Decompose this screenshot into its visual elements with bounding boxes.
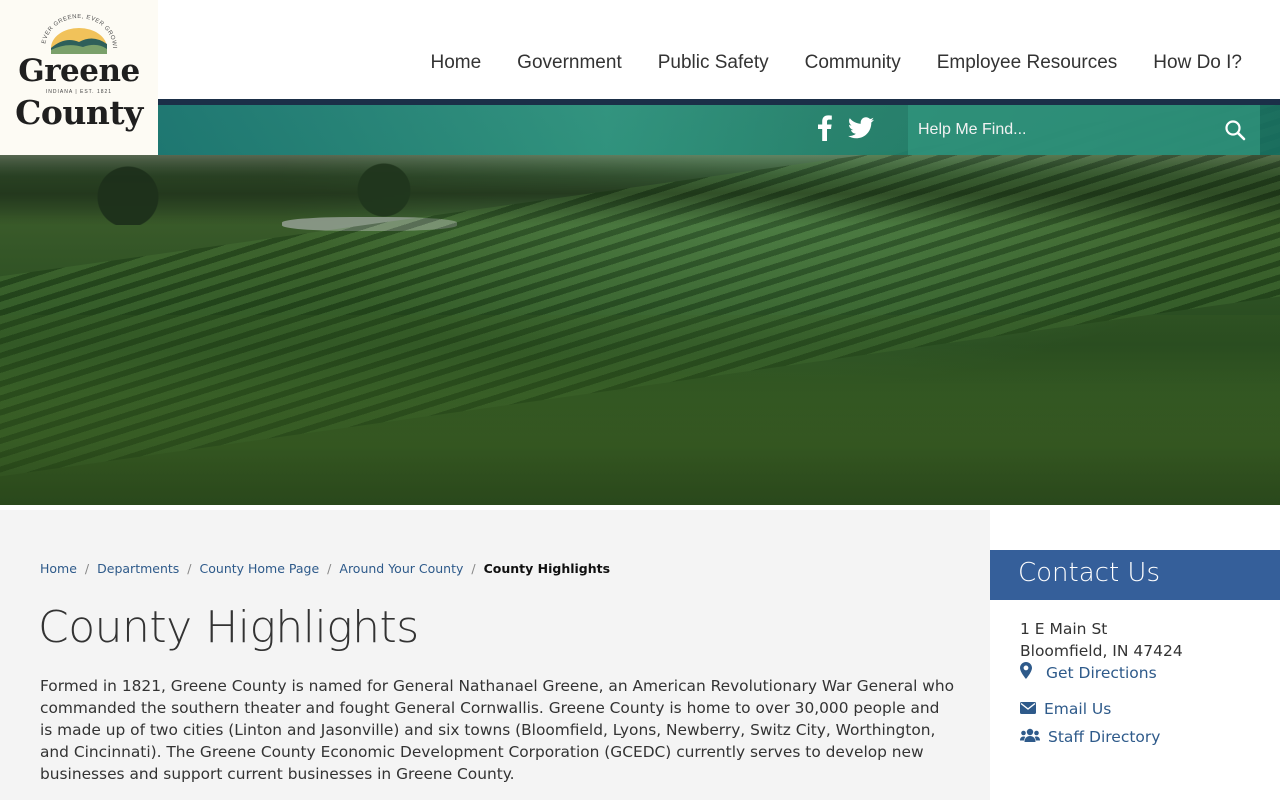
search-icon[interactable]: [1224, 119, 1246, 145]
get-directions-link[interactable]: Get Directions: [1020, 662, 1157, 683]
main-content: Home / Departments / County Home Page / …: [0, 510, 990, 800]
search-box: [908, 105, 1260, 155]
facebook-icon[interactable]: [818, 115, 832, 145]
social-links: [818, 115, 874, 145]
breadcrumb-around-your-county[interactable]: Around Your County: [339, 561, 463, 576]
breadcrumb-separator: /: [84, 561, 90, 576]
contact-sidebar: Contact Us 1 E Main St Bloomfield, IN 47…: [990, 510, 1280, 800]
main-nav: Home Government Public Safety Community …: [412, 52, 1260, 74]
hero-grass: [0, 315, 1280, 505]
logo-emblem: EVER GREENE, EVER GROWING: [37, 14, 117, 54]
nav-employee-resources[interactable]: Employee Resources: [919, 52, 1136, 74]
nav-how-do-i[interactable]: How Do I?: [1135, 52, 1260, 74]
map-marker-icon: [1020, 662, 1032, 683]
breadcrumb-separator: /: [327, 561, 332, 576]
breadcrumb-departments[interactable]: Departments: [97, 561, 179, 576]
breadcrumb: Home / Departments / County Home Page / …: [40, 561, 610, 576]
breadcrumb-current: County Highlights: [483, 561, 611, 576]
breadcrumb-home[interactable]: Home: [40, 561, 77, 576]
users-icon: [1020, 728, 1040, 746]
logo-greene: Greene: [18, 53, 140, 89]
staff-directory-label: Staff Directory: [1048, 728, 1161, 746]
county-logo[interactable]: EVER GREENE, EVER GROWING Greene INDIANA…: [0, 0, 158, 155]
email-us-link[interactable]: Email Us: [1020, 700, 1111, 718]
search-input[interactable]: [918, 118, 1218, 142]
staff-directory-link[interactable]: Staff Directory: [1020, 728, 1160, 746]
hero-image: [0, 105, 1280, 505]
logo-county: County: [15, 93, 143, 132]
envelope-icon: [1020, 700, 1036, 718]
contact-heading: Contact Us: [990, 550, 1280, 600]
contact-address: 1 E Main St Bloomfield, IN 47424: [1020, 618, 1183, 662]
page-body-text: Formed in 1821, Greene County is named f…: [40, 677, 955, 783]
get-directions-label: Get Directions: [1046, 663, 1157, 682]
breadcrumb-separator: /: [187, 561, 192, 576]
nav-home[interactable]: Home: [412, 52, 499, 74]
email-us-label: Email Us: [1044, 700, 1112, 718]
nav-government[interactable]: Government: [499, 52, 640, 74]
address-line-2: Bloomfield, IN 47424: [1020, 642, 1183, 660]
site-header: EVER GREENE, EVER GROWING Greene INDIANA…: [0, 0, 1280, 155]
breadcrumb-separator: /: [471, 561, 476, 576]
breadcrumb-county-home-page[interactable]: County Home Page: [200, 561, 320, 576]
nav-community[interactable]: Community: [787, 52, 919, 74]
page-title: County Highlights: [38, 602, 419, 653]
address-line-1: 1 E Main St: [1020, 620, 1108, 638]
twitter-icon[interactable]: [848, 117, 874, 143]
nav-public-safety[interactable]: Public Safety: [640, 52, 787, 74]
